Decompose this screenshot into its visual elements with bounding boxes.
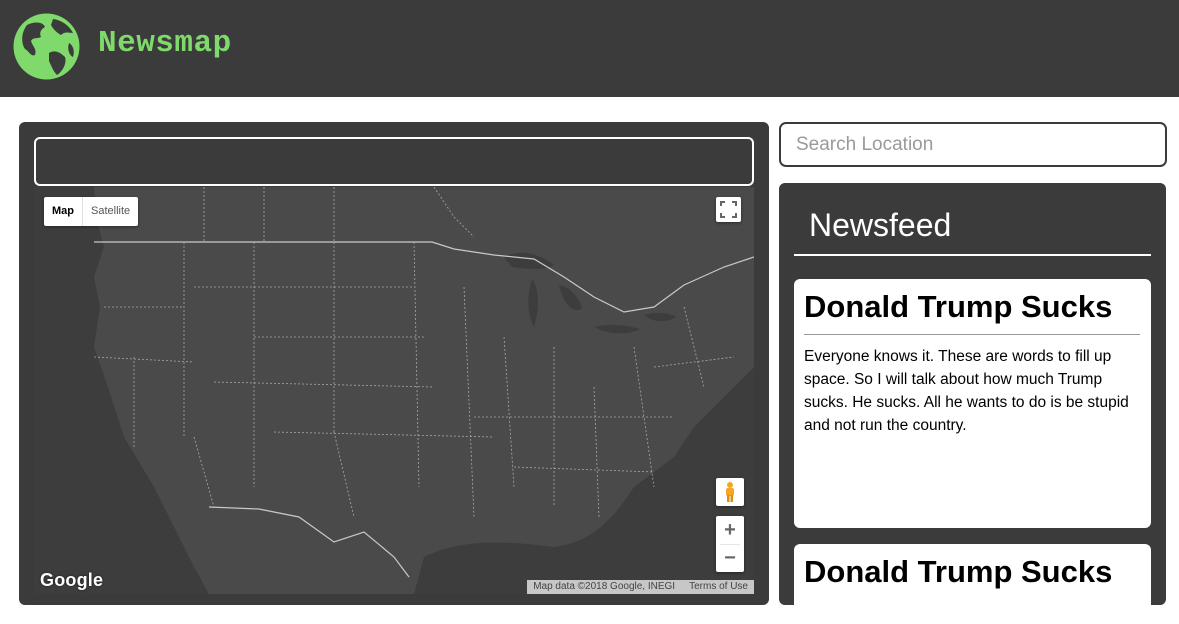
news-card-body: Everyone knows it. These are words to fi… (804, 348, 1129, 434)
map-type-control: Map Satellite (44, 197, 139, 226)
app-header: Newsmap (0, 0, 1179, 97)
zoom-in-button[interactable]: + (716, 516, 744, 544)
map-data-credit: Map data ©2018 Google, INEGI (533, 581, 676, 592)
app-title[interactable]: Newsmap (98, 26, 232, 61)
map-attribution: Map data ©2018 Google, INEGI Terms of Us… (527, 580, 754, 594)
map-type-map[interactable]: Map (44, 197, 83, 226)
pegman-icon (726, 482, 734, 502)
map-canvas[interactable]: Map Satellite + − Google Map data ©2018 … (34, 187, 754, 594)
zoom-out-button[interactable]: − (716, 544, 744, 572)
globe-icon[interactable] (13, 13, 80, 80)
google-logo[interactable]: Google (40, 570, 103, 591)
fullscreen-icon (720, 201, 737, 218)
newsfeed-divider (794, 254, 1151, 256)
map-panel: Map Satellite + − Google Map data ©2018 … (19, 122, 769, 605)
news-card[interactable]: Donald Trump Sucks (794, 544, 1151, 605)
news-card-title[interactable]: Donald Trump Sucks (804, 289, 1112, 325)
newsfeed-panel: Newsfeed Donald Trump Sucks Everyone kno… (779, 183, 1166, 605)
news-card-divider (804, 334, 1140, 335)
zoom-control: + − (716, 516, 744, 572)
fullscreen-button[interactable] (716, 197, 741, 222)
map-type-satellite[interactable]: Satellite (83, 197, 138, 226)
newsfeed-heading: Newsfeed (809, 207, 952, 243)
us-basemap (34, 187, 754, 594)
news-card[interactable]: Donald Trump Sucks Everyone knows it. Th… (794, 279, 1151, 528)
street-view-button[interactable] (716, 478, 744, 506)
search-location-input[interactable] (779, 122, 1167, 167)
map-title-box (34, 137, 754, 186)
terms-of-use-link[interactable]: Terms of Use (689, 580, 748, 594)
news-card-title[interactable]: Donald Trump Sucks (804, 554, 1112, 590)
